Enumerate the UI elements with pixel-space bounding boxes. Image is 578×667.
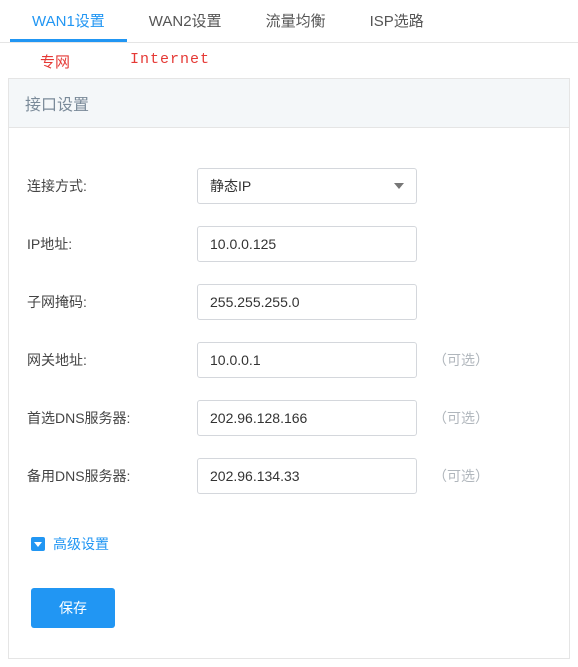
expand-down-icon bbox=[31, 537, 45, 551]
connection-select[interactable]: 静态IP bbox=[197, 168, 417, 204]
interface-panel: 接口设置 连接方式: 静态IP IP地址: 子网掩码: 网关地址: （可选） 首… bbox=[8, 78, 570, 659]
advanced-label: 高级设置 bbox=[53, 534, 109, 554]
save-button[interactable]: 保存 bbox=[31, 588, 115, 628]
ip-input[interactable] bbox=[197, 226, 417, 262]
advanced-toggle[interactable]: 高级设置 bbox=[31, 534, 109, 554]
main-tabs: WAN1设置 WAN2设置 流量均衡 ISP选路 bbox=[0, 0, 578, 43]
tab-balance[interactable]: 流量均衡 bbox=[244, 0, 348, 42]
tab-wan2[interactable]: WAN2设置 bbox=[127, 0, 244, 42]
interface-form: 连接方式: 静态IP IP地址: 子网掩码: 网关地址: （可选） 首选DNS服… bbox=[9, 128, 569, 658]
subtab-private[interactable]: 专网 bbox=[40, 51, 70, 72]
sub-tabs: 专网 Internet bbox=[0, 43, 578, 78]
subtab-internet[interactable]: Internet bbox=[130, 51, 210, 72]
tab-wan1[interactable]: WAN1设置 bbox=[10, 0, 127, 42]
chevron-down-icon bbox=[394, 183, 404, 189]
dns2-optional: （可选） bbox=[433, 466, 489, 486]
tab-isp[interactable]: ISP选路 bbox=[348, 0, 446, 42]
connection-value: 静态IP bbox=[210, 176, 251, 196]
dns1-input[interactable] bbox=[197, 400, 417, 436]
ip-label: IP地址: bbox=[27, 234, 197, 254]
dns1-label: 首选DNS服务器: bbox=[27, 408, 197, 428]
gateway-input[interactable] bbox=[197, 342, 417, 378]
gateway-optional: （可选） bbox=[433, 350, 489, 370]
gateway-label: 网关地址: bbox=[27, 350, 197, 370]
mask-input[interactable] bbox=[197, 284, 417, 320]
dns2-label: 备用DNS服务器: bbox=[27, 466, 197, 486]
dns2-input[interactable] bbox=[197, 458, 417, 494]
connection-label: 连接方式: bbox=[27, 176, 197, 196]
dns1-optional: （可选） bbox=[433, 408, 489, 428]
mask-label: 子网掩码: bbox=[27, 292, 197, 312]
panel-title: 接口设置 bbox=[9, 79, 569, 128]
